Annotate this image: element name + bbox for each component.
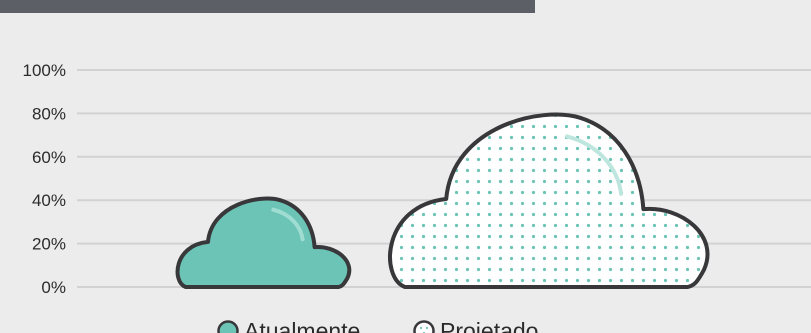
cloud-marks xyxy=(175,112,710,289)
y-tick-label: 0% xyxy=(41,278,66,297)
y-tick-label: 60% xyxy=(32,148,66,167)
y-tick-label: 80% xyxy=(32,104,66,123)
legend-swatch xyxy=(413,320,435,333)
y-tick-label: 40% xyxy=(32,191,66,210)
y-axis-ticks: 0% 20% 40% 60% 80% 100% xyxy=(23,61,66,297)
cloud-chart: 0% 20% 40% 60% 80% 100% Atualmente Projetado xyxy=(23,61,811,333)
legend-label: Projetado xyxy=(440,318,538,333)
legend-label: Atualmente xyxy=(244,318,360,333)
legend-item-atualmente: Atualmente xyxy=(217,318,360,333)
legend-item-projetado: Projetado xyxy=(413,318,538,333)
y-tick-label: 100% xyxy=(23,61,66,80)
legend: Atualmente Projetado xyxy=(217,318,538,333)
legend-swatch xyxy=(217,320,239,333)
y-tick-label: 20% xyxy=(32,235,66,254)
